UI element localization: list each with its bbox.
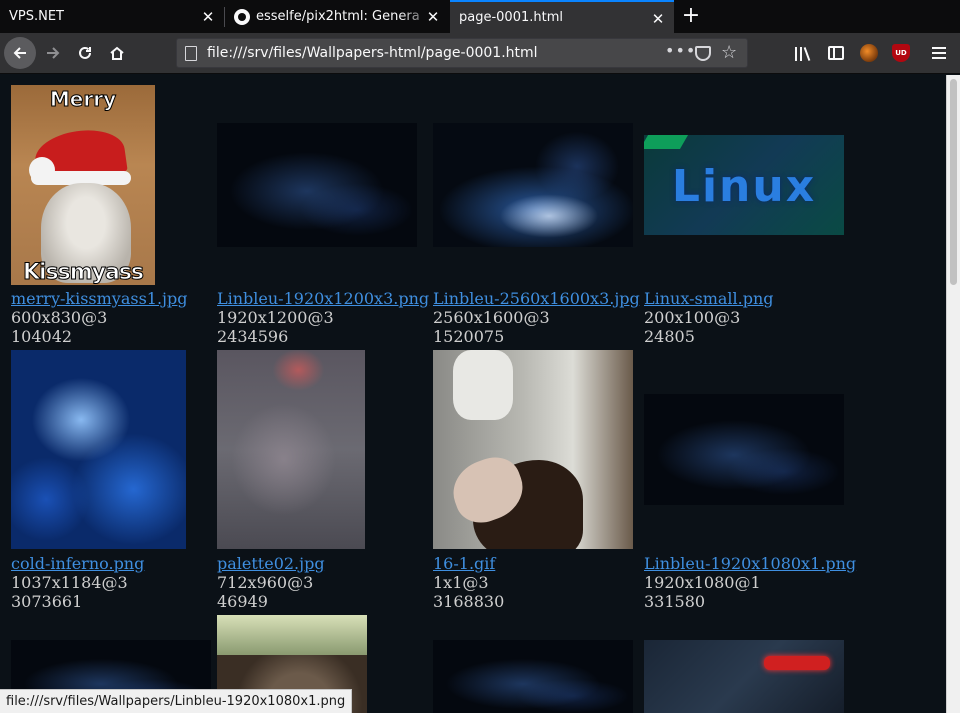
image-dimensions: 1920x1200@3	[217, 308, 334, 327]
url-text[interactable]: file:///srv/files/Wallpapers-html/page-0…	[207, 45, 538, 61]
taillight-shape	[764, 656, 830, 670]
navigation-toolbar: file:///srv/files/Wallpapers-html/page-0…	[0, 33, 960, 74]
background-light-shape	[453, 350, 513, 420]
image-dimensions: 200x100@3	[644, 308, 741, 327]
image-filesize: 2434596	[217, 327, 289, 346]
tab-title: VPS.NET	[9, 9, 64, 24]
hamburger-menu-icon[interactable]	[932, 44, 948, 62]
caption-linbleu-1920x1080: Linbleu-1920x1080x1.png 1920x1080@1 3315…	[644, 554, 856, 611]
sidebar-icon[interactable]	[828, 46, 844, 60]
reload-button[interactable]	[70, 38, 100, 68]
caption-cold-inferno: cold-inferno.png 1037x1184@3 3073661	[11, 554, 144, 611]
image-filesize: 46949	[217, 592, 268, 611]
arrow-right-icon	[47, 47, 60, 59]
caption-linbleu-2560x1600: Linbleu-2560x1600x3.jpg 2560x1600@3 1520…	[433, 289, 640, 346]
vertical-scrollbar[interactable]	[946, 75, 960, 713]
page-actions-button[interactable]: •••	[665, 41, 696, 60]
thumbnail-row3-4[interactable]	[644, 640, 844, 713]
image-link[interactable]: Linbleu-2560x1600x3.jpg	[433, 289, 640, 308]
home-button[interactable]	[102, 38, 132, 68]
caption-16-1-gif: 16-1.gif 1x1@3 3168830	[433, 554, 504, 611]
ublock-icon[interactable]: UD	[892, 44, 910, 62]
image-filesize: 3168830	[433, 592, 505, 611]
thumbnail-palette02[interactable]	[217, 350, 365, 549]
image-filesize: 331580	[644, 592, 706, 611]
thumbnail-linux-small[interactable]: Linux	[644, 135, 844, 235]
image-link[interactable]: Linbleu-1920x1200x3.png	[217, 289, 429, 308]
thumbnail-linbleu-1920x1080[interactable]	[644, 394, 844, 505]
caption-linbleu-1920x1200: Linbleu-1920x1200x3.png 1920x1200@3 2434…	[217, 289, 429, 346]
caption-merry-kissmyass: merry-kissmyass1.jpg 600x830@3 104042	[11, 289, 188, 346]
tab-page-0001[interactable]: page-0001.html ✕	[450, 0, 674, 33]
tab-vps[interactable]: VPS.NET ✕	[0, 0, 224, 33]
page-icon	[185, 46, 197, 61]
image-filesize: 3073661	[11, 592, 83, 611]
thumbnail-row3-3[interactable]	[433, 640, 633, 713]
image-link[interactable]: Linux-small.png	[644, 289, 774, 308]
thumbnail-merry-kissmyass[interactable]: Merry Kissmyass	[11, 85, 155, 285]
image-link[interactable]: 16-1.gif	[433, 554, 504, 573]
image-link[interactable]: merry-kissmyass1.jpg	[11, 289, 188, 308]
thumbnail-linbleu-1920x1200[interactable]	[217, 123, 417, 247]
scrollbar-thumb[interactable]	[950, 79, 957, 285]
image-filesize: 104042	[11, 327, 73, 346]
close-icon[interactable]: ✕	[200, 9, 216, 25]
image-filesize: 24805	[644, 327, 695, 346]
thumbnail-cold-inferno[interactable]	[11, 350, 186, 549]
green-stripe-shape	[644, 135, 689, 149]
caption-palette02: palette02.jpg 712x960@3 46949	[217, 554, 325, 611]
image-dimensions: 600x830@3	[11, 308, 108, 327]
github-icon	[234, 8, 250, 25]
linux-logo-text: Linux	[671, 161, 817, 212]
status-bar-link-preview: file:///srv/files/Wallpapers/Linbleu-192…	[0, 689, 353, 713]
image-dimensions: 2560x1600@3	[433, 308, 550, 327]
reload-icon	[79, 46, 91, 59]
caption-linux-small: Linux-small.png 200x100@3 24805	[644, 289, 774, 346]
meme-top-text: Merry	[49, 87, 117, 112]
image-dimensions: 712x960@3	[217, 573, 314, 592]
close-icon[interactable]: ✕	[425, 9, 441, 25]
thumbnail-linbleu-2560x1600[interactable]	[433, 123, 633, 247]
url-bar[interactable]: file:///srv/files/Wallpapers-html/page-0…	[176, 38, 748, 68]
forward-button[interactable]	[38, 38, 68, 68]
tab-strip: VPS.NET ✕ esselfe/pix2html: Genera ✕ pag…	[0, 0, 960, 33]
image-dimensions: 1037x1184@3	[11, 573, 128, 592]
image-filesize: 1520075	[433, 327, 505, 346]
image-dimensions: 1920x1080@1	[644, 573, 761, 592]
image-link[interactable]: palette02.jpg	[217, 554, 325, 573]
meme-bottom-text: Kissmyass	[22, 260, 144, 286]
thumbnail-16-1-gif[interactable]	[433, 350, 633, 549]
image-link[interactable]: Linbleu-1920x1080x1.png	[644, 554, 856, 573]
bookmark-star-icon[interactable]: ☆	[721, 42, 737, 63]
home-icon	[110, 46, 124, 60]
arrow-left-icon	[13, 47, 26, 59]
pocket-icon[interactable]	[695, 46, 711, 61]
new-tab-button[interactable]: +	[680, 5, 702, 28]
back-button[interactable]	[4, 37, 36, 69]
image-dimensions: 1x1@3	[433, 573, 489, 592]
image-link[interactable]: cold-inferno.png	[11, 554, 144, 573]
close-icon[interactable]: ✕	[650, 11, 666, 27]
background-light-shape	[217, 615, 367, 655]
library-icon[interactable]	[795, 44, 813, 62]
tab-github[interactable]: esselfe/pix2html: Genera ✕	[225, 0, 449, 33]
page-content: Merry Kissmyass merry-kissmyass1.jpg 600…	[0, 75, 946, 713]
account-avatar-icon[interactable]	[860, 44, 878, 62]
tab-title: esselfe/pix2html: Genera	[256, 9, 420, 24]
tab-title: page-0001.html	[459, 10, 563, 25]
